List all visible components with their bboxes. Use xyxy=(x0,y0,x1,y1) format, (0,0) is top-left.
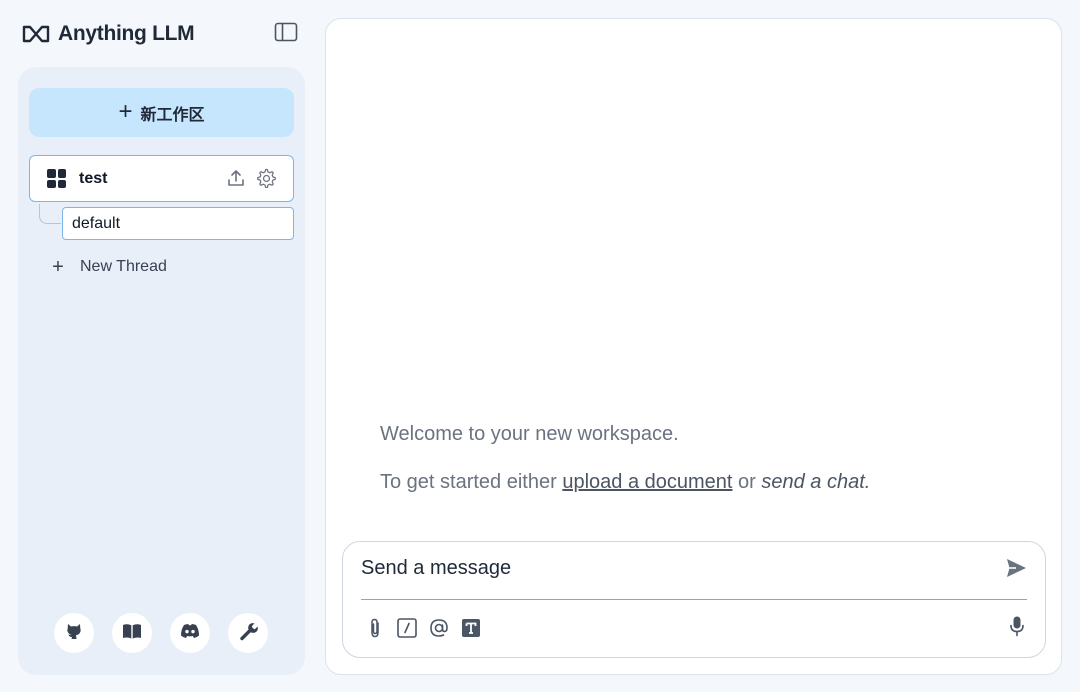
microphone-button[interactable] xyxy=(1005,616,1029,640)
plus-icon: + xyxy=(118,97,133,125)
github-icon xyxy=(64,621,84,646)
anythingllm-logo-icon xyxy=(22,24,50,44)
github-button[interactable] xyxy=(54,613,94,653)
workspace-grid-icon xyxy=(47,169,66,188)
welcome-message: Welcome to your new workspace. To get st… xyxy=(380,422,870,494)
wrench-icon xyxy=(238,621,258,646)
discord-button[interactable] xyxy=(170,613,210,653)
docs-button[interactable] xyxy=(112,613,152,653)
thread-item-default[interactable]: default xyxy=(62,207,294,240)
thread-connector xyxy=(39,204,61,224)
chat-panel: Welcome to your new workspace. To get st… xyxy=(325,18,1062,675)
brand: Anything LLM xyxy=(22,20,195,48)
composer-divider xyxy=(361,599,1027,600)
plus-icon: + xyxy=(52,256,64,278)
text-size-icon[interactable] xyxy=(459,616,483,640)
message-input[interactable] xyxy=(361,554,991,582)
welcome-heading: Welcome to your new workspace. xyxy=(380,423,679,445)
upload-document-link[interactable]: upload a document xyxy=(562,471,732,493)
workspace-actions xyxy=(225,167,277,189)
book-icon xyxy=(122,622,142,645)
message-composer xyxy=(342,541,1046,658)
composer-tools xyxy=(363,616,483,640)
paperclip-icon[interactable] xyxy=(363,616,387,640)
start-prefix: To get started either xyxy=(380,471,563,493)
new-thread-label: New Thread xyxy=(80,258,167,275)
sidebar-toggle-icon xyxy=(274,22,298,47)
new-thread-button[interactable]: + New Thread xyxy=(50,256,167,278)
slash-command-icon[interactable] xyxy=(395,616,419,640)
at-mention-icon[interactable] xyxy=(427,616,451,640)
gear-icon[interactable] xyxy=(255,167,277,189)
or-text: or xyxy=(732,471,762,493)
sidebar: + 新工作区 test default + New Thread xyxy=(18,67,305,675)
settings-button[interactable] xyxy=(228,613,268,653)
sidebar-footer xyxy=(54,613,268,653)
workspace-name: test xyxy=(79,169,108,187)
brand-name: Anything LLM xyxy=(58,22,195,45)
new-workspace-label: 新工作区 xyxy=(140,106,205,124)
new-workspace-button[interactable]: + 新工作区 xyxy=(29,88,294,137)
workspace-item-test[interactable]: test xyxy=(29,155,294,202)
getting-started-text: To get started either upload a document … xyxy=(380,470,870,494)
sidebar-toggle-button[interactable] xyxy=(273,22,299,46)
send-button[interactable] xyxy=(1003,557,1029,583)
send-chat-link[interactable]: send a chat. xyxy=(761,471,870,493)
microphone-icon xyxy=(1008,615,1026,642)
upload-icon[interactable] xyxy=(225,167,247,189)
thread-label: default xyxy=(72,214,121,232)
discord-icon xyxy=(179,622,201,645)
send-icon xyxy=(1005,557,1027,584)
